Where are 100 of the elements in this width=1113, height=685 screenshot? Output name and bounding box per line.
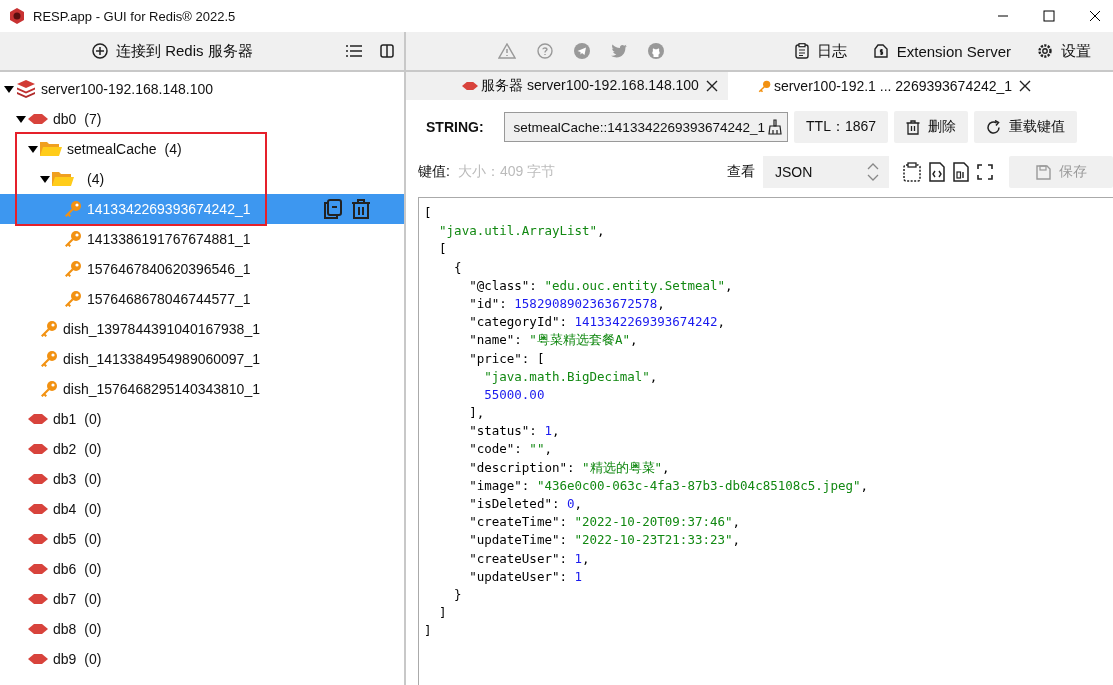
close-icon[interactable] <box>1089 10 1101 22</box>
settings-button[interactable]: 设置 <box>1033 37 1095 65</box>
tree-item[interactable]: db8 (0) <box>0 614 404 644</box>
item-count: (0) <box>84 501 102 517</box>
key-icon <box>64 230 82 248</box>
trash-icon <box>906 119 921 135</box>
log-button[interactable]: 日志 <box>790 37 851 65</box>
collapse-icon[interactable] <box>16 114 26 124</box>
tree-item-label: server100-192.168.148.100 <box>41 81 214 97</box>
window-title: RESP.app - GUI for Redis® 2022.5 <box>33 8 236 24</box>
tree-item-label: db8 <box>53 621 77 637</box>
tree-item[interactable]: db0 (7) <box>0 104 404 134</box>
item-count: (0) <box>84 531 102 547</box>
key-name-field[interactable]: setmealCache::1413342269393674242_1 <box>503 112 789 142</box>
tree-item[interactable]: dish_1397844391040167938_1 <box>0 314 404 344</box>
tree-item[interactable]: db5 (0) <box>0 524 404 554</box>
tree-item[interactable]: setmealCache (4) <box>0 134 404 164</box>
collapse-icon[interactable] <box>40 174 50 184</box>
tree-item-label: db5 <box>53 531 77 547</box>
database-icon <box>28 114 48 124</box>
collapse-icon[interactable] <box>28 144 38 154</box>
extension-server-button[interactable]: Extension Server <box>868 38 1015 64</box>
tree-item-label: db7 <box>53 591 77 607</box>
tree-item[interactable]: db4 (0) <box>0 494 404 524</box>
fullscreen-icon[interactable] <box>977 164 993 180</box>
tree-item-label: setmealCache <box>67 141 157 157</box>
tree-item[interactable]: dish_1413384954989060097_1 <box>0 344 404 374</box>
code-line: "name": "粤菜精选套餐A", <box>468 331 639 350</box>
database-icon <box>28 534 48 544</box>
database-icon <box>28 624 48 634</box>
ttl-button[interactable]: TTL：1867 <box>794 111 889 143</box>
github-icon[interactable] <box>648 43 664 59</box>
collapse-icon[interactable] <box>4 84 14 94</box>
tree-item[interactable]: db6 (0) <box>0 554 404 584</box>
tab-label: server100-192.1 ... 2269393674242_1 <box>773 78 1013 94</box>
close-icon[interactable] <box>1019 80 1032 92</box>
delete-button[interactable]: 删除 <box>894 111 969 143</box>
code-line: { <box>453 258 463 277</box>
key-icon <box>40 320 58 338</box>
tree-item-label: 1413342269393674242_1 <box>87 201 251 217</box>
database-icon <box>28 474 48 484</box>
code-line: "isDeleted": 0, <box>468 495 584 513</box>
key-icon <box>40 350 58 368</box>
settings-icon <box>1037 43 1053 59</box>
database-icon <box>28 444 48 454</box>
list-icon[interactable] <box>346 44 362 58</box>
tree-item[interactable]: 1413386191767674881_1 <box>0 224 404 254</box>
item-count: (0) <box>84 471 102 487</box>
key-icon <box>64 200 82 218</box>
tree-item-label: 1413386191767674881_1 <box>87 231 251 247</box>
tree-item-label: dish_1413384954989060097_1 <box>63 351 260 367</box>
telegram-icon[interactable] <box>574 43 590 59</box>
connect-button[interactable]: 连接到 Redis 服务器 <box>88 37 257 65</box>
add-icon <box>92 43 108 59</box>
code-line: 55000.00 <box>483 385 546 404</box>
tree-item[interactable]: db7 (0) <box>0 584 404 614</box>
code-line: "status": 1, <box>468 422 561 441</box>
maximize-icon[interactable] <box>1043 10 1055 22</box>
tree-item[interactable]: db1 (0) <box>0 404 404 434</box>
tree-item[interactable]: 1576468678046744577_1 <box>0 284 404 314</box>
item-count: (0) <box>84 621 102 637</box>
tree-item-label: db9 <box>53 651 77 667</box>
code-file-icon[interactable] <box>929 162 945 182</box>
clipboard-icon[interactable] <box>903 162 921 182</box>
code-line: ], <box>468 404 486 423</box>
tree-item[interactable]: db3 (0) <box>0 464 404 494</box>
tree-item-label: db1 <box>53 411 77 427</box>
format-select[interactable]: JSON <box>763 156 889 188</box>
folder-icon <box>40 141 62 157</box>
code-line: "updateTime": "2022-10-23T21:33:23", <box>468 531 742 550</box>
tree-item[interactable]: server100-192.168.148.100 <box>0 74 404 104</box>
tree-item[interactable]: dish_1576468295140343810_1 <box>0 374 404 404</box>
copy-icon[interactable] <box>321 198 343 220</box>
columns-icon[interactable] <box>380 44 394 58</box>
code-line: "createUser": 1, <box>468 549 591 568</box>
code-line: "categoryId": 1413342269393674242, <box>468 313 727 332</box>
broom-icon[interactable] <box>767 119 784 135</box>
code-line: ] <box>438 604 448 623</box>
tree-item[interactable]: db2 (0) <box>0 434 404 464</box>
close-icon[interactable] <box>705 80 718 92</box>
reload-button[interactable]: 重载键值 <box>974 111 1078 143</box>
tree-item[interactable]: 1576467840620396546_1 <box>0 254 404 284</box>
folder-icon <box>52 171 74 187</box>
code-line: "java.math.BigDecimal", <box>483 367 659 386</box>
tab[interactable]: 服务器 server100-192.168.148.100 <box>406 72 728 100</box>
binary-file-icon[interactable] <box>953 162 969 182</box>
code-line: "@class": "edu.ouc.entity.Setmeal", <box>468 276 734 295</box>
tree-item-label: db6 <box>53 561 77 577</box>
key-icon <box>64 290 82 308</box>
code-line: [ <box>424 204 433 222</box>
item-count: (0) <box>84 441 102 457</box>
delete-icon[interactable] <box>351 198 371 220</box>
refresh-icon <box>986 119 1002 135</box>
tree-item[interactable]: db9 (0) <box>0 644 404 674</box>
item-count: (0) <box>84 591 102 607</box>
code-line: } <box>453 585 463 604</box>
code-line: "id": 1582908902363672578, <box>468 294 666 313</box>
database-icon <box>28 564 48 574</box>
tree-item[interactable]: (4) <box>0 164 404 194</box>
tree-item-label: dish_1576468295140343810_1 <box>63 381 260 397</box>
